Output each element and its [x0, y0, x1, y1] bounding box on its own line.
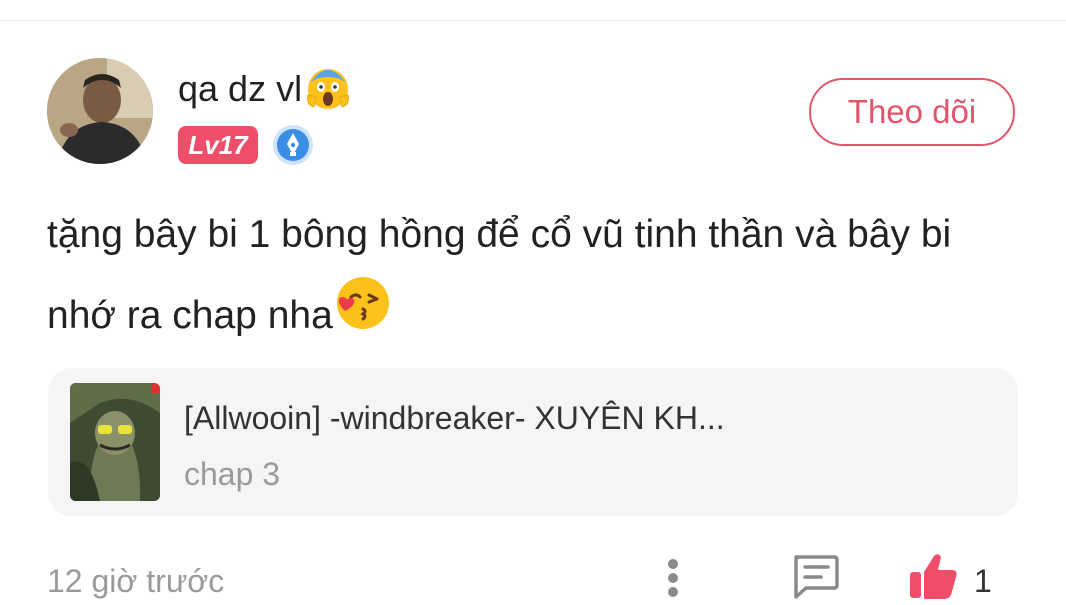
screaming-face-emoji: [304, 63, 352, 116]
username-row: qa dz vl: [178, 64, 352, 114]
thumbs-up-icon[interactable]: [908, 552, 958, 600]
story-chapter: chap 3: [184, 456, 281, 492]
comment-text-line-1: tặng bây bi 1 bông hồng để cổ vũ tinh th…: [47, 213, 952, 256]
story-thumbnail: [70, 383, 160, 501]
top-divider: [0, 20, 1066, 21]
comment-timestamp: 12 giờ trước: [47, 563, 225, 599]
like-count: 1: [974, 563, 992, 599]
referenced-story-card[interactable]: [Allwooin] -windbreaker- XUYÊN KH... cha…: [48, 368, 1018, 516]
level-badge: Lv17: [178, 126, 258, 164]
story-title: [Allwooin] -windbreaker- XUYÊN KH...: [184, 400, 725, 436]
avatar[interactable]: [47, 58, 153, 164]
comment-text: tặng bây bi 1 bông hồng để cổ vũ tinh th…: [47, 196, 1017, 357]
comment-text-line-2-wrap: nhớ ra chap nha: [47, 273, 1017, 357]
comment-text-line-2: nhớ ra chap nha: [47, 293, 333, 337]
pen-medal-icon: [272, 124, 314, 166]
reply-comment-icon[interactable]: [790, 553, 840, 599]
username[interactable]: qa dz vl: [178, 68, 302, 110]
kissing-heart-emoji: [333, 273, 391, 357]
more-options-icon[interactable]: [660, 556, 686, 600]
follow-button[interactable]: Theo dõi: [809, 78, 1015, 146]
